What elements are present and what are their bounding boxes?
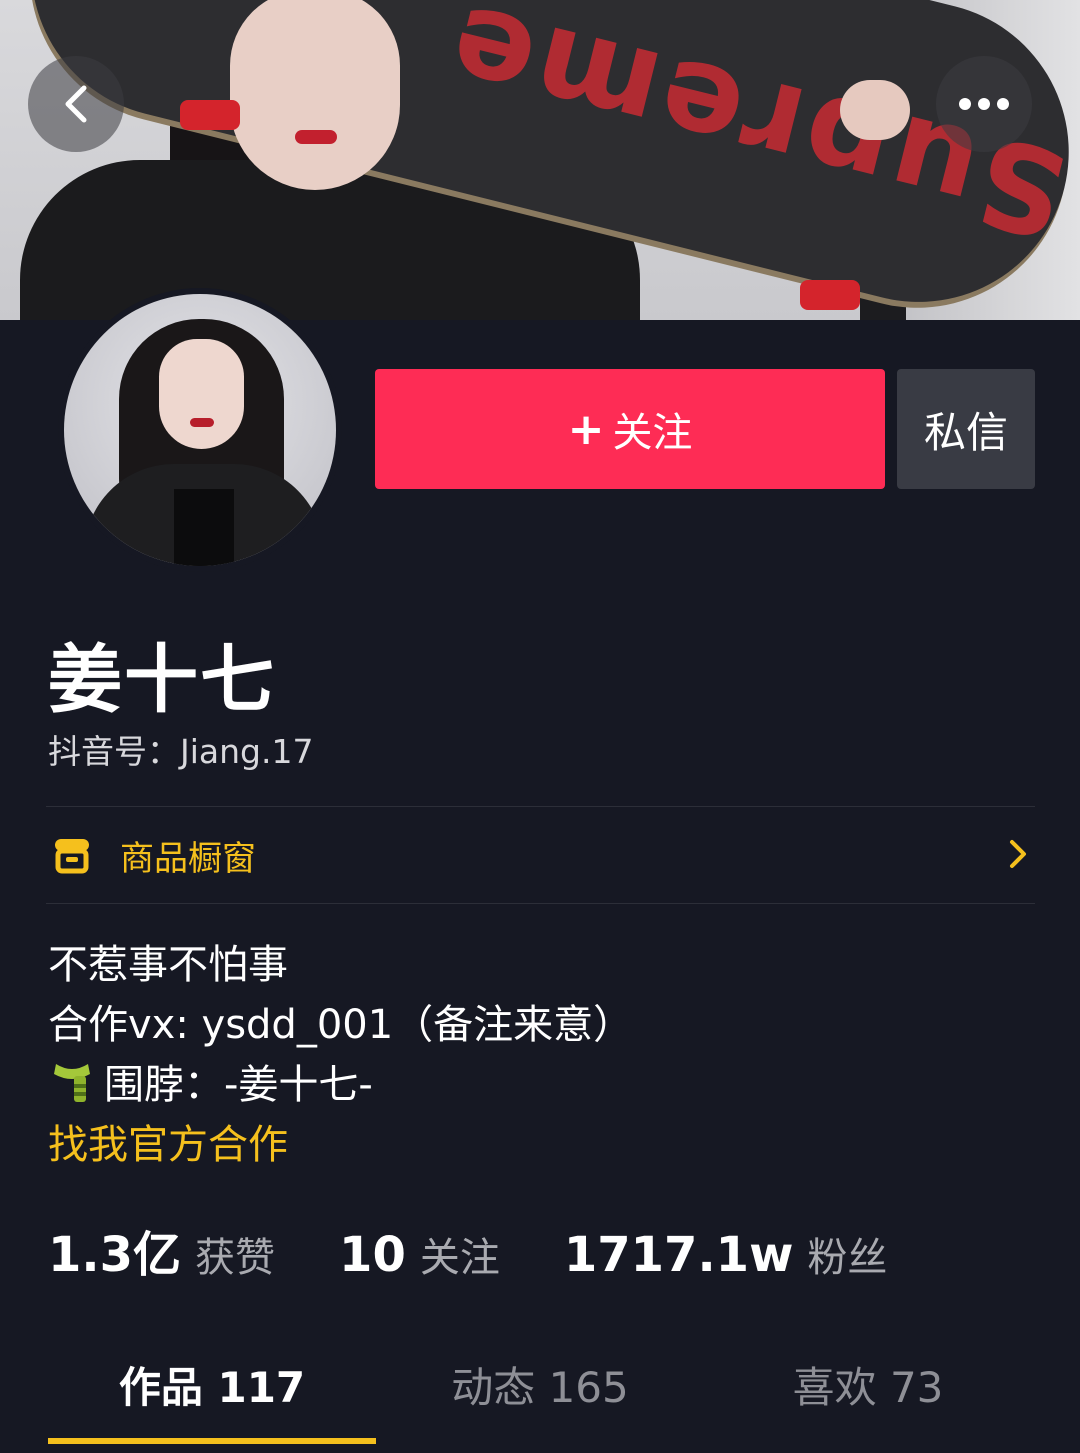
- back-button[interactable]: [28, 56, 124, 152]
- message-button[interactable]: 私信: [897, 369, 1035, 489]
- tab-likes[interactable]: 喜欢 73: [704, 1354, 1032, 1415]
- shop-window-row[interactable]: 商品橱窗: [46, 807, 1035, 903]
- profile-bio: 不惹事不怕事 合作vx: ysdd_001（备注来意） 围脖：-姜十七- 找我官…: [48, 935, 633, 1175]
- scarf-icon: [54, 1064, 90, 1102]
- profile-stats: 1.3亿 获赞 10 关注 1717.1w 粉丝: [48, 1215, 951, 1285]
- chevron-left-icon: [65, 85, 87, 123]
- bio-line-weibo: 围脖：-姜十七-: [48, 1055, 633, 1115]
- more-horizontal-icon: [959, 98, 1009, 110]
- stat-followers[interactable]: 1717.1w 粉丝: [564, 1225, 888, 1283]
- stat-value: 10: [339, 1227, 406, 1283]
- bio-line: 不惹事不怕事: [48, 942, 288, 988]
- divider: [46, 903, 1035, 904]
- douyin-id: 抖音号：Jiang.17: [48, 732, 314, 771]
- stat-label: 关注: [419, 1235, 500, 1281]
- storefront-icon: [55, 839, 89, 874]
- profile-name: 姜十七: [48, 637, 276, 723]
- official-cooperation-link[interactable]: 找我官方合作: [48, 1115, 633, 1175]
- stat-following[interactable]: 10 关注: [339, 1225, 500, 1283]
- tab-works[interactable]: 作品 117: [48, 1354, 376, 1415]
- shop-window-label: 商品橱窗: [120, 838, 256, 879]
- follow-label: 关注: [612, 410, 693, 456]
- content-tabs: 作品 117 动态 165 喜欢 73: [0, 1330, 1080, 1453]
- profile-cover-image: Supreme: [0, 0, 1080, 320]
- stat-value: 1.3亿: [48, 1227, 182, 1283]
- bio-line: 合作vx: ysdd_001（备注来意）: [48, 1002, 634, 1048]
- active-tab-indicator: [48, 1438, 376, 1444]
- stat-value: 1717.1w: [563, 1227, 794, 1283]
- avatar[interactable]: [58, 288, 342, 572]
- stat-label: 粉丝: [807, 1235, 888, 1281]
- follow-button[interactable]: + 关注: [375, 369, 885, 489]
- message-label: 私信: [923, 407, 1008, 457]
- plus-icon: +: [567, 403, 605, 455]
- stat-label: 获赞: [195, 1235, 276, 1281]
- bio-weibo-text: 围脖：-姜十七-: [104, 1062, 373, 1108]
- more-options-button[interactable]: [936, 56, 1032, 152]
- stat-likes[interactable]: 1.3亿 获赞: [48, 1215, 275, 1285]
- tab-dynamic[interactable]: 动态 165: [376, 1354, 704, 1415]
- chevron-right-icon: [1010, 840, 1026, 868]
